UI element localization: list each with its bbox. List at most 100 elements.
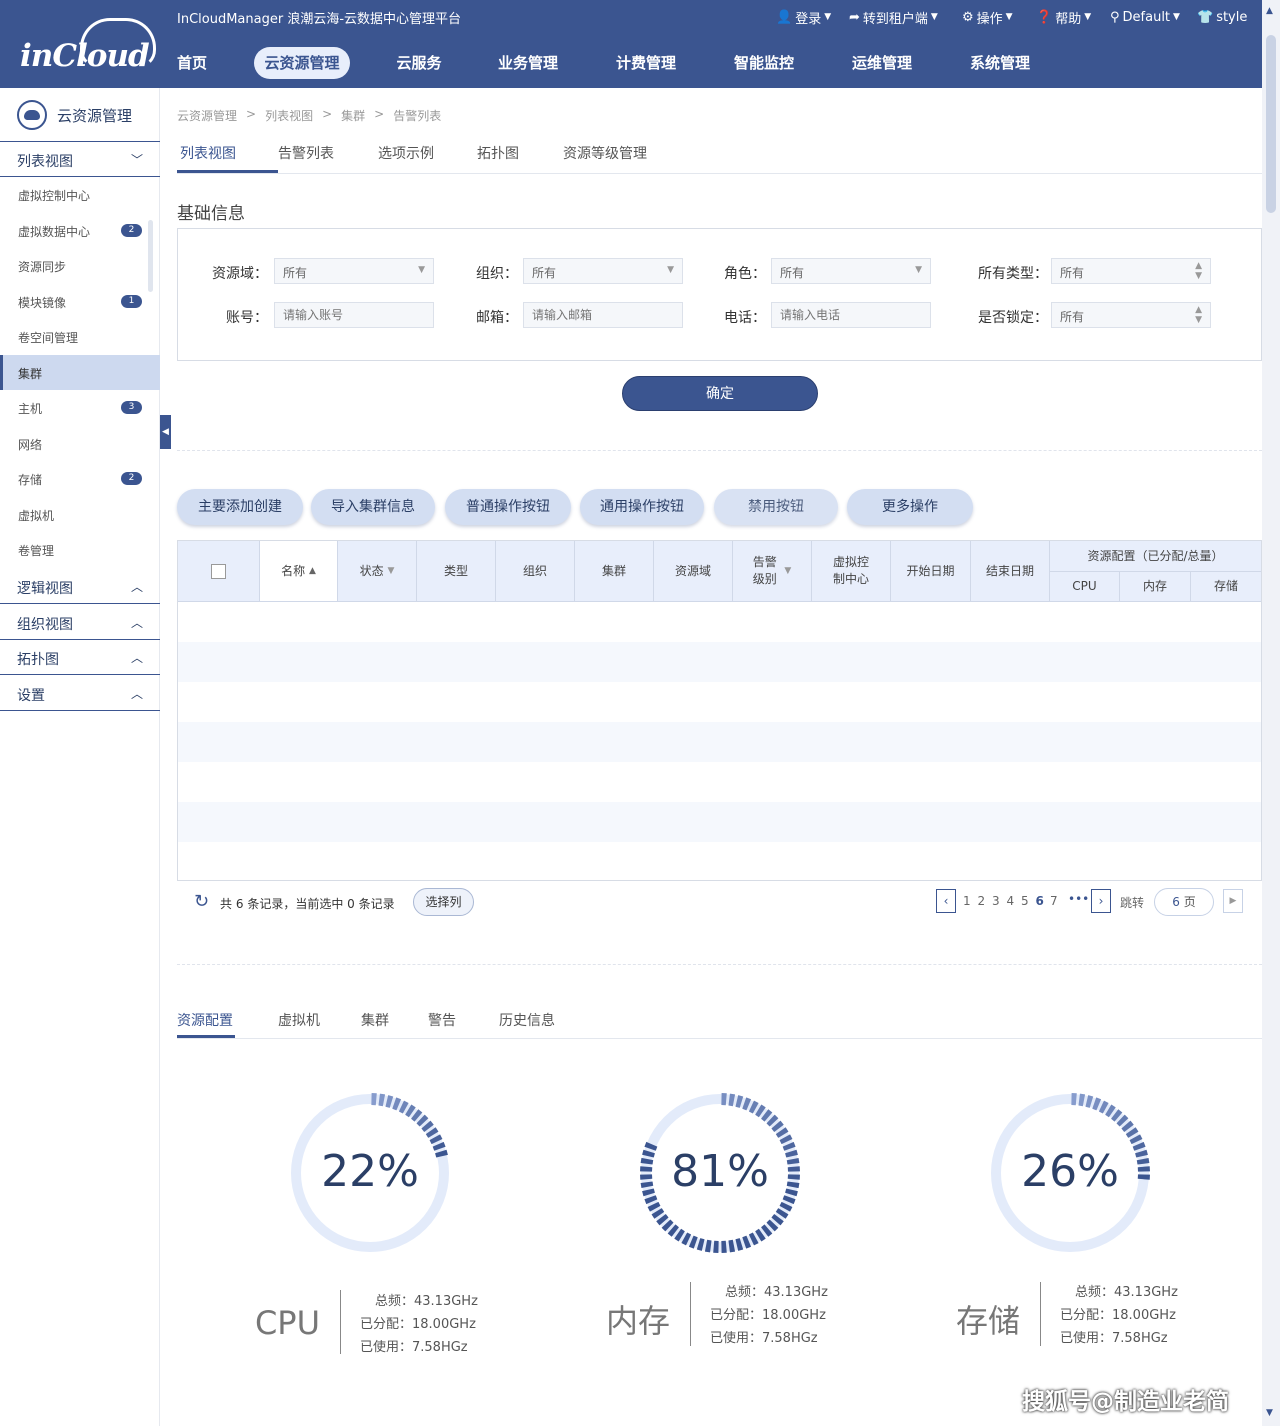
sidebar-item[interactable]: 卷管理 [0,532,160,567]
tab-option-examples[interactable]: 选项示例 [378,143,477,173]
page-number[interactable]: 4 [1007,894,1015,908]
col-storage[interactable]: 存储 [1191,572,1261,601]
select-all-checkbox[interactable] [211,563,226,579]
scroll-down-icon[interactable]: ▼ [1266,1408,1273,1418]
breadcrumb-item[interactable]: 集群 [341,107,365,124]
nav-home[interactable]: 首页 [160,47,224,79]
nav-billing[interactable]: 计费管理 [608,47,684,79]
sidebar-section[interactable]: 设置 ︿ [0,676,160,711]
jump-page-input[interactable]: 6 页 [1154,888,1214,916]
import-cluster-button[interactable]: 导入集群信息 [311,489,435,525]
table-row[interactable] [178,642,1261,682]
sidebar-item[interactable]: 主机 3 [0,390,160,425]
nav-operations[interactable]: 运维管理 [844,47,920,79]
page-scrollbar[interactable]: ▲ ▼ [1262,0,1280,1426]
col-type[interactable]: 类型 [417,541,496,601]
sidebar-item[interactable]: 虚拟控制中心 [0,177,160,212]
domain-select[interactable]: 所有 ▼ [274,258,434,284]
next-page-button[interactable]: › [1091,889,1111,913]
sidebar-section[interactable]: 逻辑视图 ︿ [0,569,160,604]
sidebar-scrollbar[interactable] [148,220,153,292]
collapse-sidebar-button[interactable]: ◀ [160,415,171,449]
confirm-button[interactable]: 确定 [622,376,818,411]
sidebar-section[interactable]: 组织视图 ︿ [0,605,160,640]
col-vcc[interactable]: 虚拟控 制中心 [812,541,891,601]
nav-business[interactable]: 业务管理 [490,47,566,79]
page-number[interactable]: 7 [1050,894,1058,908]
table-row[interactable] [178,722,1261,762]
role-select[interactable]: 所有 ▼ [771,258,931,284]
sidebar-item[interactable]: 模块镜像 1 [0,284,160,319]
choose-columns-button[interactable]: 选择列 [413,888,474,916]
col-name[interactable]: 名称 ▲ [260,541,338,601]
tab-topology[interactable]: 拓扑图 [477,143,563,173]
col-org[interactable]: 组织 [496,541,575,601]
prev-page-button[interactable]: ‹ [936,889,956,913]
table-row[interactable] [178,802,1261,842]
sidebar-item[interactable]: 卷空间管理 [0,319,160,354]
sidebar-item[interactable]: 资源同步 [0,248,160,283]
normal-op-button[interactable]: 普通操作按钮 [445,489,571,525]
table-row[interactable] [178,602,1261,642]
more-ops-button[interactable]: 更多操作 [847,489,973,525]
tab-label: 告警列表 [278,146,334,162]
table-row[interactable] [178,682,1261,722]
col-cpu[interactable]: CPU [1050,572,1120,601]
col-memory[interactable]: 内存 [1120,572,1191,601]
col-domain[interactable]: 资源域 [654,541,733,601]
sidebar-item[interactable]: 网络 [0,426,160,461]
scroll-thumb[interactable] [1266,35,1276,213]
location-menu[interactable]: ⚲ Default ▼ [1110,7,1180,27]
page-number[interactable]: 1 [963,894,971,908]
sidebar-item[interactable]: 虚拟数据中心 2 [0,213,160,248]
sidebar-item[interactable]: 存储 2 [0,461,160,496]
sidebar-item[interactable]: 虚拟机 [0,497,160,532]
sidebar-section[interactable]: 拓扑图 ︿ [0,640,160,675]
page-number[interactable]: 2 [978,894,986,908]
page-number[interactable]: 3 [992,894,1000,908]
col-alarm-level[interactable]: 告警 级别 ▼ [733,541,812,601]
go-page-button[interactable]: ▶ [1223,889,1243,913]
org-select[interactable]: 所有 ▼ [523,258,683,284]
table-row[interactable] [178,762,1261,802]
sidebar-item[interactable]: 集群 [0,354,160,390]
col-start-date[interactable]: 开始日期 [891,541,971,601]
col-status[interactable]: 状态 ▼ [338,541,417,601]
refresh-icon[interactable]: ↻ [194,891,209,912]
breadcrumb-item[interactable]: 列表视图 [265,107,313,124]
tab-vms[interactable]: 虚拟机 [278,1010,321,1040]
col-cluster[interactable]: 集群 [575,541,654,601]
help-menu[interactable]: ❓ 帮助 ▼ [1036,7,1091,27]
email-input[interactable] [523,302,683,328]
create-button[interactable]: 主要添加创建 [177,489,303,525]
tab-warnings[interactable]: 警告 [428,1010,457,1040]
nav-monitoring[interactable]: 智能监控 [726,47,802,79]
tab-resource-levels[interactable]: 资源等级管理 [563,143,673,173]
ops-menu[interactable]: ⚙ 操作 ▼ [962,7,1013,27]
nav-system[interactable]: 系统管理 [962,47,1038,79]
login-menu[interactable]: 👤 登录 ▼ [776,7,831,27]
nav-cloud-resources[interactable]: 云资源管理 [254,47,350,79]
scroll-up-icon[interactable]: ▲ [1266,6,1273,16]
account-input[interactable] [274,302,434,328]
tab-list-view[interactable]: 列表视图 [177,143,278,173]
type-select[interactable]: 所有 ▲ ▼ [1051,258,1211,284]
tab-alarm-list[interactable]: 告警列表 [278,143,378,173]
page-number[interactable]: 5 [1021,894,1029,908]
header-select-all [178,541,260,601]
common-op-button[interactable]: 通用操作按钮 [580,489,704,525]
page-number[interactable]: 6 [1036,894,1044,908]
disabled-button[interactable]: 禁用按钮 [714,489,838,525]
tab-clusters[interactable]: 集群 [361,1010,390,1040]
locked-select[interactable]: 所有 ▲ ▼ [1051,302,1211,328]
tab-resource-config[interactable]: 资源配置 [177,1010,235,1038]
tab-history[interactable]: 历史信息 [499,1010,557,1040]
tenant-menu[interactable]: ➦ 转到租户端 ▼ [849,7,938,27]
sidebar-section-list-view[interactable]: 列表视图 ﹀ [0,142,160,177]
col-end-date[interactable]: 结束日期 [971,541,1050,601]
phone-input[interactable] [771,302,931,328]
breadcrumb-item[interactable]: 云资源管理 [177,107,237,124]
style-menu[interactable]: 👕 style [1197,7,1247,27]
nav-cloud-services[interactable]: 云服务 [386,47,452,79]
incloud-logo[interactable]: inCloud [18,16,156,76]
